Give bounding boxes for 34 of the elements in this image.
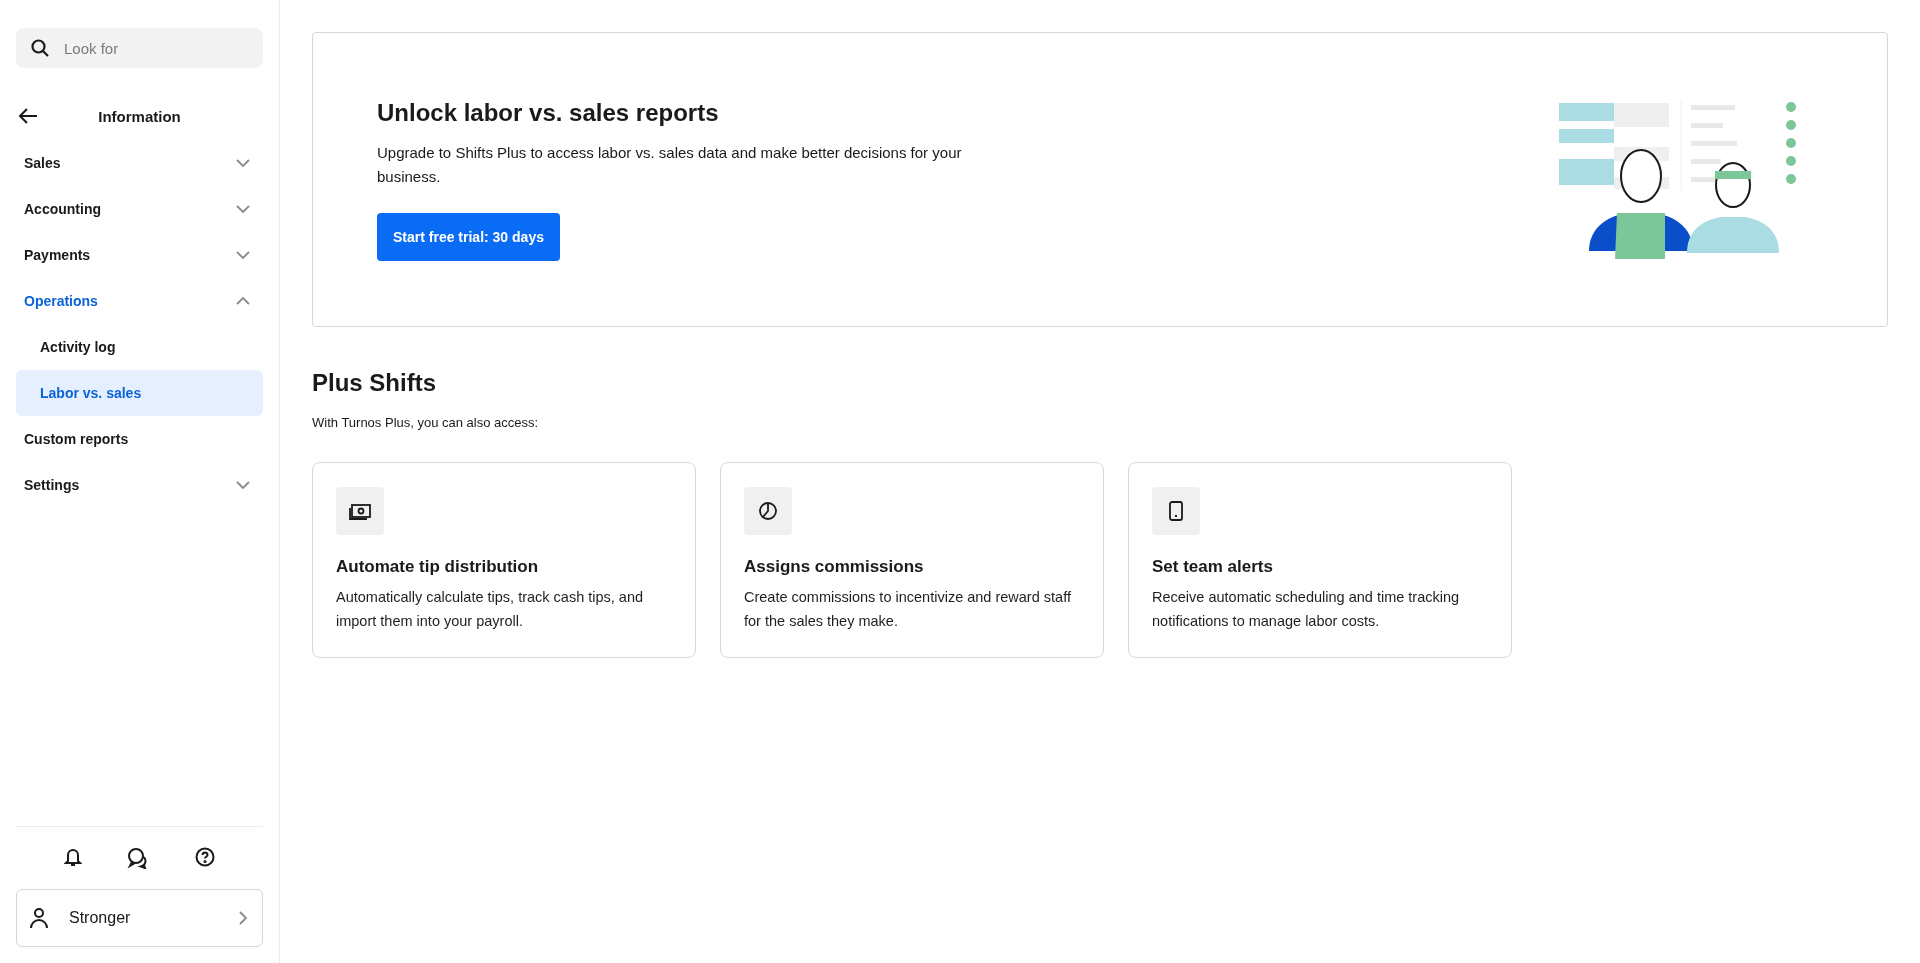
sidebar-item[interactable]: Custom reports — [16, 416, 263, 462]
search-field[interactable]: Look for — [16, 28, 263, 68]
phone-icon — [1169, 501, 1183, 521]
chevron-down-icon — [235, 158, 251, 168]
banner-text: Upgrade to Shifts Plus to access labor vs. sales data and make better decisions for your business. — [377, 142, 963, 187]
chevron-down-icon — [235, 250, 251, 260]
feature-title: Automate tip distribution — [336, 557, 540, 577]
feature-description: Receive automatic scheduling and time tracking notifications to manage labor costs. — [1152, 588, 1461, 631]
sidebar-item[interactable]: Payments — [16, 232, 263, 278]
section-title: Plus Shifts — [312, 369, 438, 397]
sidebar-subitem[interactable]: Activity log — [16, 324, 263, 370]
sidebar-item[interactable]: Operations — [16, 278, 263, 324]
chevron-up-icon — [235, 296, 251, 306]
sidebar-title: Information — [98, 107, 181, 125]
sidebar-item[interactable]: Sales — [16, 140, 263, 186]
feature-description: Create commissions to incentivize and reward staff for the sales they make. — [744, 588, 1072, 631]
sidebar-item[interactable]: Accounting — [16, 186, 263, 232]
sidebar-subitem[interactable]: Labor vs. sales — [16, 370, 263, 416]
search-icon — [30, 38, 50, 58]
feature-description: Automatically calculate tips, track cash tips, and import them into your payroll. — [336, 588, 645, 631]
back-arrow-icon[interactable] — [18, 107, 38, 125]
free-trial-button[interactable]: Start free trial: 30 days — [377, 212, 560, 261]
person-icon — [29, 907, 49, 929]
pie-chart-icon — [758, 501, 778, 521]
banner-title: Unlock labor vs. sales reports — [377, 98, 720, 127]
chevron-down-icon — [235, 204, 251, 214]
chevron-down-icon — [235, 480, 251, 490]
chevron-right-icon — [238, 910, 248, 926]
feature-title: Set team alerts — [1152, 557, 1274, 577]
banknote-icon — [348, 501, 372, 521]
sidebar-item[interactable]: Settings — [16, 462, 263, 508]
section-subtitle: With Turnos Plus, you can also access: — [312, 415, 540, 430]
user-account-button[interactable]: Stronger — [16, 889, 263, 947]
feature-title: Assigns commissions — [744, 557, 925, 577]
